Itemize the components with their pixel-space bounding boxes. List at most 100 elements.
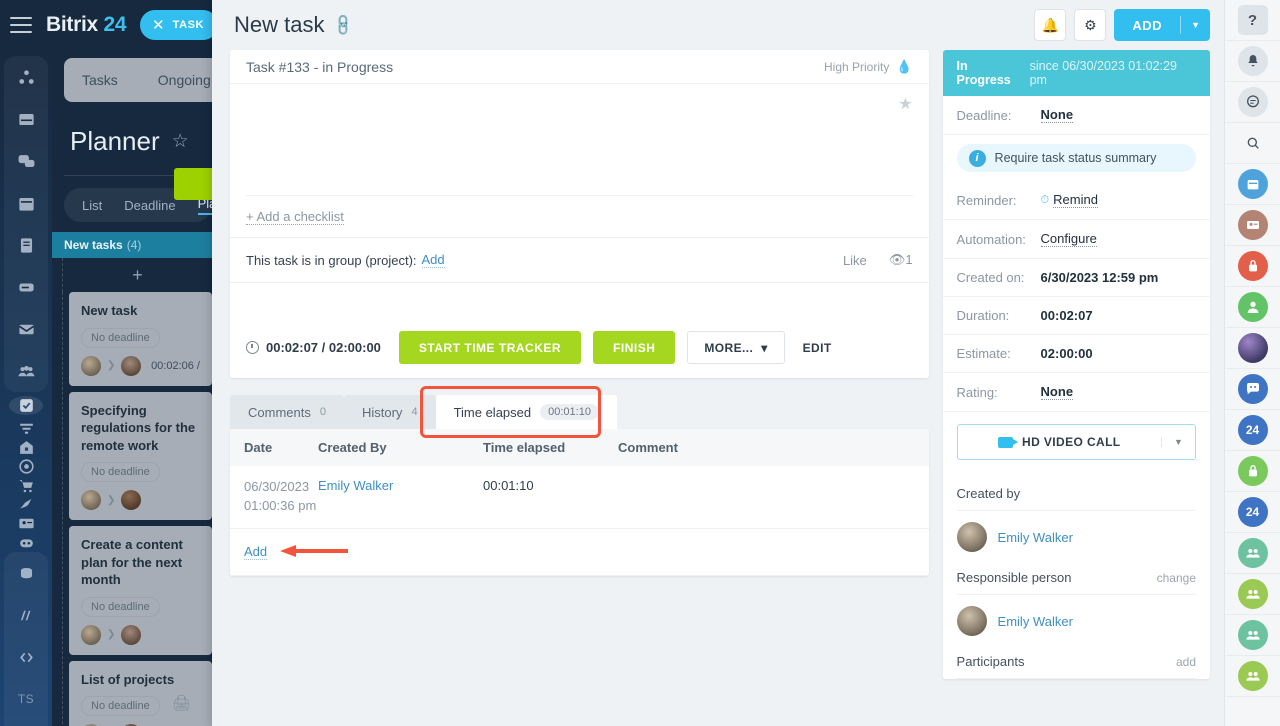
rail-item-avatar-group[interactable] [1225,328,1280,369]
developer-icon[interactable] [4,636,48,678]
detail-value-deadline[interactable]: None [1041,107,1074,123]
add-checklist-link[interactable]: + Add a checklist [230,196,929,238]
detail-value-automation[interactable]: Configure [1041,231,1097,247]
notifications-button[interactable]: 🔔 [1034,9,1066,41]
marketing-target-icon[interactable] [4,457,48,476]
task-card[interactable]: Create a content plan for the next month… [69,526,212,655]
mail-icon[interactable] [4,308,48,350]
rail-item-group-2[interactable] [1225,574,1280,615]
tab-history[interactable]: History 4 [344,395,436,429]
online-store-icon[interactable] [4,476,48,495]
rail-item-help[interactable]: ? [1225,0,1280,41]
tab-comments[interactable]: Comments 0 [230,395,344,429]
rail-item-user[interactable] [1225,287,1280,328]
help-icon[interactable]: ? [1238,5,1268,35]
created-by-link[interactable]: Emily Walker [318,478,393,493]
search-icon[interactable] [1238,128,1268,158]
create-task-button[interactable] [174,168,212,200]
group-icon[interactable] [1238,538,1268,568]
group-icon[interactable] [1238,579,1268,609]
task-card[interactable]: New task No deadline ❯ 00:02:06 / [69,292,212,386]
add-button[interactable]: ADD ▼ [1114,9,1210,41]
favorite-star-icon[interactable]: ☆ [172,130,189,153]
rail-item-group-1[interactable] [1225,533,1280,574]
like-button[interactable]: Like [843,253,867,268]
rail-item-lock-green[interactable] [1225,451,1280,492]
analytics-icon[interactable] [4,594,48,636]
chevron-down-icon[interactable]: ▼ [1161,437,1195,447]
chevron-down-icon[interactable]: ▼ [1180,16,1210,34]
drive-icon[interactable] [4,266,48,308]
automation-bot-icon[interactable] [4,533,48,552]
detail-value-rating[interactable]: None [1041,384,1074,400]
responsible-name[interactable]: Emily Walker [998,614,1073,629]
rail-item-group-4[interactable] [1225,656,1280,697]
documents-icon[interactable] [4,224,48,266]
avatar[interactable] [1238,333,1268,363]
lock-icon[interactable] [1238,251,1268,281]
bitrix24-logo[interactable]: Bitrix 24 [46,13,126,37]
news-feed-icon[interactable] [4,98,48,140]
detail-value-reminder[interactable]: Remind [1053,192,1098,208]
bitrix24-icon[interactable]: 24 [1238,415,1268,445]
s-shortcut[interactable]: S [4,720,48,726]
bitrix24-icon[interactable]: 24 [1238,497,1268,527]
group-chat-icon[interactable] [1238,374,1268,404]
menu-burger-icon[interactable] [10,17,32,33]
sites-icon[interactable] [4,495,48,514]
responsible-change-link[interactable]: change [1157,571,1196,585]
start-time-tracker-button[interactable]: START TIME TRACKER [399,331,581,364]
avatar[interactable] [957,606,987,636]
workspace-tab-tasks[interactable]: Tasks [82,72,118,88]
group-icon[interactable] [1238,620,1268,650]
rail-item-contact-card[interactable] [1225,205,1280,246]
contact-center-icon[interactable] [4,514,48,533]
view-deadline[interactable]: Deadline [124,198,175,213]
rail-item-search[interactable] [1225,123,1280,164]
rail-item-calendar[interactable] [1225,164,1280,205]
rail-item-chat[interactable] [1225,82,1280,123]
rail-item-lock-red[interactable] [1225,246,1280,287]
hd-video-call-button[interactable]: HD VIDEO CALL ▼ [957,424,1196,460]
rail-item-group-3[interactable] [1225,615,1280,656]
rail-item-group-chat[interactable] [1225,369,1280,410]
task-card[interactable]: Specifying regulations for the remote wo… [69,392,212,521]
participants-add-link[interactable]: add [1176,655,1196,669]
print-icon[interactable]: 🖨 [172,694,191,712]
add-card-button[interactable]: + [62,258,212,292]
created-by-name[interactable]: Emily Walker [998,530,1073,545]
task-description-area[interactable]: ★ [246,84,913,196]
avatar[interactable] [957,522,987,552]
task-chip[interactable]: ✕ TASK [140,10,212,40]
user-icon[interactable] [1238,292,1268,322]
close-icon[interactable]: ✕ [152,16,165,34]
network-icon[interactable] [4,56,48,98]
view-list[interactable]: List [82,198,102,213]
rail-item-bitrix24-b[interactable]: 24 [1225,492,1280,533]
crm-funnel-icon[interactable] [4,419,48,438]
tasks-icon[interactable] [9,396,43,415]
bell-icon[interactable] [1238,46,1268,76]
company-icon[interactable] [4,438,48,457]
contact-card-icon[interactable] [1238,210,1268,240]
workspace-tab-ongoing[interactable]: Ongoing [158,72,211,88]
add-time-link[interactable]: Add [244,544,267,560]
chat-icon[interactable] [4,140,48,182]
tab-time-elapsed[interactable]: Time elapsed 00:01:10 [436,395,617,429]
group-icon[interactable] [1238,661,1268,691]
ts-shortcut[interactable]: TS [4,678,48,720]
edit-button[interactable]: EDIT [797,341,838,355]
calendar-icon[interactable] [1238,169,1268,199]
group-add-link[interactable]: Add [422,252,445,268]
more-button[interactable]: MORE... ▾ [687,331,784,364]
calendar-icon[interactable] [4,182,48,224]
status-summary-pill[interactable]: i Require task status summary [957,144,1196,172]
favorite-star-icon[interactable]: ★ [898,94,912,114]
workgroups-icon[interactable] [4,350,48,392]
copy-link-icon[interactable]: 🔗 [331,12,357,38]
chat-icon[interactable] [1238,87,1268,117]
finish-button[interactable]: FINISH [593,331,675,364]
storage-icon[interactable] [4,552,48,594]
lock-icon[interactable] [1238,456,1268,486]
settings-gear-button[interactable]: ⚙ [1074,9,1106,41]
